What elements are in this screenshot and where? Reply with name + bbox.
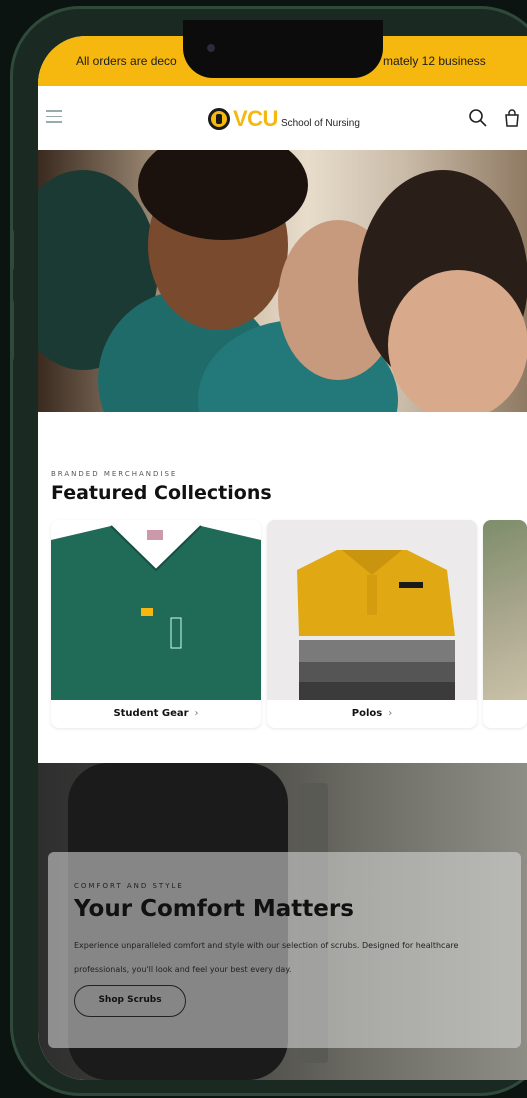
phone-notch bbox=[183, 20, 383, 78]
featured-carousel[interactable]: Student Gear › Polos › bbox=[51, 520, 527, 730]
shop-scrubs-button[interactable]: Shop Scrubs bbox=[74, 985, 186, 1017]
announcement-text-left: All orders are deco bbox=[76, 54, 177, 68]
chevron-right-icon: › bbox=[194, 708, 199, 719]
announcement-text-right: mately 12 business bbox=[383, 54, 486, 68]
vcu-seal-icon bbox=[208, 108, 230, 130]
card-title: Polos bbox=[351, 708, 383, 719]
promo-overlay: COMFORT AND STYLE Your Comfort Matters E… bbox=[48, 852, 521, 1048]
promo-kicker: COMFORT AND STYLE bbox=[74, 882, 184, 890]
collection-card-polos[interactable]: Polos › bbox=[267, 520, 477, 728]
polo-stack-image bbox=[267, 520, 477, 700]
scrub-top-image bbox=[51, 520, 261, 700]
promo-banner: COMFORT AND STYLE Your Comfort Matters E… bbox=[38, 763, 527, 1080]
hamburger-menu-icon[interactable] bbox=[46, 110, 62, 123]
partial-card-image bbox=[483, 520, 527, 700]
promo-title: Your Comfort Matters bbox=[74, 896, 354, 922]
featured-kicker: BRANDED MERCHANDISE bbox=[51, 470, 178, 478]
cart-bag-icon[interactable] bbox=[502, 108, 522, 128]
site-header: VCU School of Nursing bbox=[38, 86, 527, 150]
collection-card-label[interactable]: Student Gear › bbox=[51, 700, 261, 728]
hero-image bbox=[38, 150, 527, 412]
phone-screen: All orders are deco mately 12 business V… bbox=[38, 36, 527, 1080]
logo-text: VCU bbox=[233, 106, 278, 131]
search-icon[interactable] bbox=[468, 108, 488, 128]
phone-side-button bbox=[10, 300, 14, 360]
chevron-right-icon: › bbox=[388, 708, 393, 719]
camera-icon bbox=[207, 44, 215, 52]
vcu-logo[interactable]: VCU School of Nursing bbox=[208, 106, 360, 132]
collection-card-label[interactable]: Polos › bbox=[267, 700, 477, 728]
logo-subtitle: School of Nursing bbox=[280, 117, 360, 129]
card-title: Student Gear bbox=[113, 708, 189, 719]
collection-card-student-gear[interactable]: Student Gear › bbox=[51, 520, 261, 728]
collection-card-next[interactable] bbox=[483, 520, 527, 728]
phone-side-button bbox=[10, 230, 14, 270]
featured-title: Featured Collections bbox=[51, 482, 272, 504]
promo-description: Experience unparalleled comfort and styl… bbox=[74, 941, 459, 974]
